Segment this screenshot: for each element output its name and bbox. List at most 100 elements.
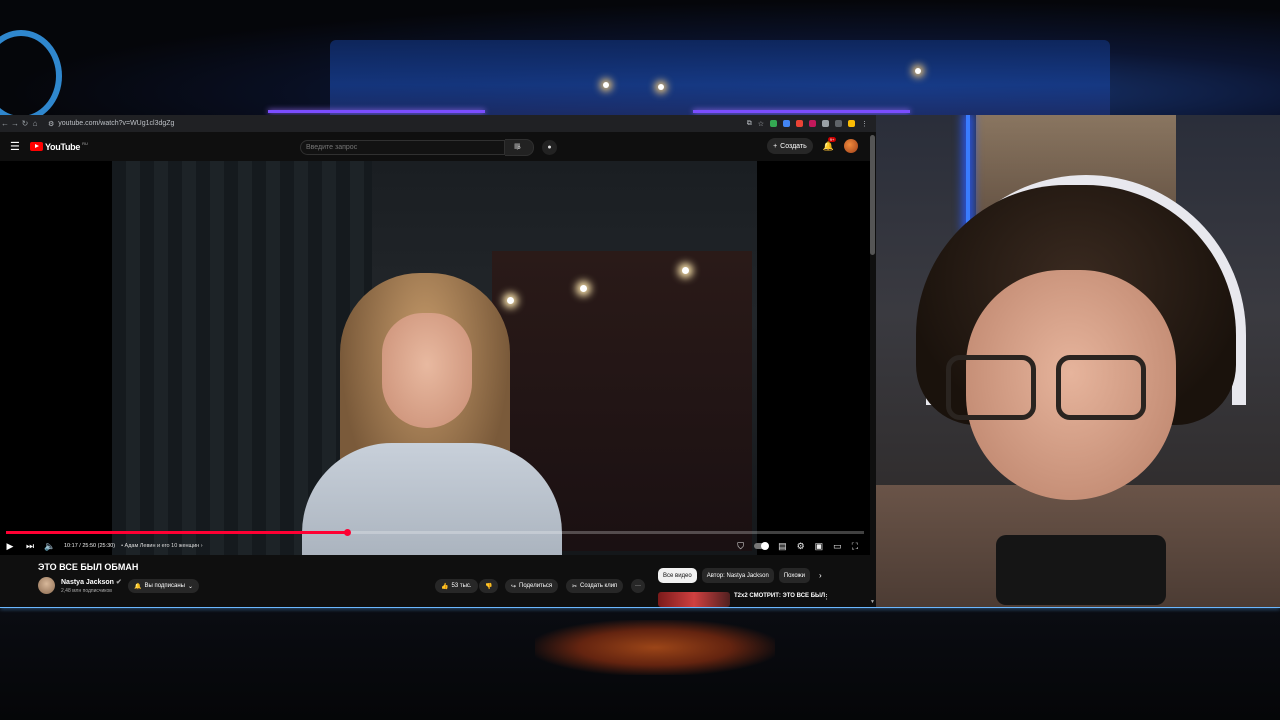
warm-light-glow <box>535 620 775 675</box>
dislike-button[interactable]: 👎 <box>479 579 499 593</box>
home-icon[interactable]: ⌂ <box>30 119 40 128</box>
neon-swirl-decoration <box>0 30 62 122</box>
stream-background-top <box>0 0 1280 122</box>
streamer-webcam <box>876 115 1280 607</box>
chip-all-videos[interactable]: Все видео <box>658 568 697 583</box>
like-button[interactable]: 👍 53 тыс. <box>435 579 478 593</box>
related-video-thumbnail[interactable] <box>658 592 730 607</box>
reload-icon[interactable]: ↻ <box>20 119 30 128</box>
account-avatar[interactable] <box>844 139 858 153</box>
subscriber-count: 2,48 млн подписчиков <box>61 588 112 594</box>
webcam-neon-light <box>966 115 970 230</box>
scroll-down-arrow-icon[interactable]: ▼ <box>870 599 875 605</box>
notifications-button[interactable]: 🔔 9+ <box>822 136 837 152</box>
bookmark-star-icon[interactable]: ☆ <box>758 120 764 128</box>
chevron-right-icon[interactable]: › <box>819 571 822 580</box>
chip-author[interactable]: Автор: Nastya Jackson <box>701 568 774 583</box>
chip-similar[interactable]: Похожи <box>778 568 810 583</box>
glasses-left-lens <box>946 355 1036 420</box>
autoplay-toggle[interactable] <box>754 541 770 550</box>
voice-search-button[interactable]: ● <box>542 140 557 155</box>
back-icon[interactable]: ← <box>0 119 10 128</box>
play-icon[interactable]: ▶ <box>0 541 20 552</box>
create-clip-button[interactable]: ✂ Создать клип <box>566 579 624 593</box>
stream-background-bottom <box>0 610 1280 720</box>
open-in-app-icon[interactable]: ⧉ <box>747 120 752 128</box>
miniplayer-icon[interactable]: ▣ <box>815 541 824 552</box>
bell-icon: 🔔 <box>134 583 142 590</box>
clip-label: Создать клип <box>580 583 618 589</box>
forward-icon[interactable]: → <box>10 119 20 128</box>
fullscreen-icon[interactable]: ⛶ <box>852 541 858 552</box>
video-lamp <box>682 267 689 274</box>
youtube-logo[interactable]: YouTube RU <box>30 141 88 152</box>
extension-icon[interactable] <box>783 120 790 127</box>
video-player[interactable]: ▶ ⏭ 🔈 10:17 / 25:50 (25:30) • Адам Левин… <box>0 161 870 555</box>
video-title: ЭТО ВСЕ БЫЛ ОБМАН <box>38 562 139 572</box>
accent-line <box>268 110 485 113</box>
browser-menu-icon[interactable]: ⋮ <box>861 120 868 128</box>
page-scrollbar[interactable] <box>870 135 875 255</box>
extension-icon[interactable] <box>770 120 777 127</box>
player-controls-right: ⛉ ▤ ⚙ ▣ ▭ ⛶ <box>737 541 870 552</box>
subscribed-label: Вы подписаны <box>144 583 185 589</box>
extensions-area: ⧉ ☆ ⋮ <box>747 120 876 128</box>
extension-icon[interactable] <box>822 120 829 127</box>
browser-window: ← → ↻ ⌂ ⚙ youtube.com/watch?v=WUg1cl3dgZ… <box>0 115 876 607</box>
bell-icon: 🔔 <box>822 140 834 151</box>
chapter-title[interactable]: • Адам Левин и его 10 женщин › <box>121 543 202 549</box>
verified-icon: ✔ <box>115 579 122 586</box>
extension-icon[interactable] <box>809 120 816 127</box>
more-vert-icon[interactable]: ⋮ <box>823 593 830 601</box>
share-icon: ↪ <box>511 583 517 590</box>
url-text: youtube.com/watch?v=WUg1cl3dgZg <box>58 120 175 127</box>
browser-toolbar: ← → ↻ ⌂ ⚙ youtube.com/watch?v=WUg1cl3dgZ… <box>0 115 876 132</box>
star-light <box>915 68 921 74</box>
glasses-right-lens <box>1056 355 1146 420</box>
create-button[interactable]: + Создать <box>767 138 813 154</box>
plus-icon: + <box>773 142 778 150</box>
channel-name-text: Nastya Jackson <box>61 579 114 586</box>
thumbs-up-icon: 👍 <box>441 583 449 590</box>
hamburger-menu-icon[interactable]: ☰ <box>10 140 26 153</box>
progress-bar[interactable] <box>6 529 864 536</box>
next-icon[interactable]: ⏭ <box>20 541 40 552</box>
star-light <box>658 84 664 90</box>
extension-icon[interactable] <box>848 120 855 127</box>
share-label: Поделиться <box>519 583 553 589</box>
header-actions: + Создать 🔔 9+ <box>767 136 858 154</box>
address-bar[interactable]: ⚙ youtube.com/watch?v=WUg1cl3dgZg <box>48 120 174 128</box>
youtube-header: ☰ YouTube RU ▦ ⌕ ● + Создать 🔔 9+ <box>0 132 876 161</box>
extension-icon[interactable] <box>835 120 842 127</box>
theater-mode-icon[interactable]: ▭ <box>833 541 842 552</box>
settings-gear-icon[interactable]: ⚙ <box>797 541 805 552</box>
time-display: 10:17 / 25:50 (25:30) <box>64 543 116 549</box>
channel-avatar[interactable] <box>38 577 55 594</box>
video-lamp <box>580 285 587 292</box>
more-actions-button[interactable]: ··· <box>631 579 645 593</box>
player-controls: ▶ ⏭ 🔈 10:17 / 25:50 (25:30) • Адам Левин… <box>0 537 870 555</box>
site-info-icon[interactable]: ⚙ <box>48 120 54 128</box>
volume-icon[interactable]: 🔈 <box>40 541 60 552</box>
video-presenter <box>302 273 562 555</box>
accent-line <box>693 110 910 113</box>
related-video-title[interactable]: Т2х2 СМОТРИТ: ЭТО ВСЕ БЫЛ <box>734 593 825 599</box>
keyboard-icon[interactable]: ▦ <box>514 142 521 150</box>
search-input[interactable] <box>300 140 505 155</box>
stage-backdrop <box>330 40 1110 115</box>
share-button[interactable]: ↪ Поделиться <box>505 579 559 593</box>
microphone-icon: ● <box>547 144 552 151</box>
video-frame <box>112 161 757 555</box>
extension-icon[interactable] <box>796 120 803 127</box>
presenter-face <box>382 313 472 428</box>
subscribed-button[interactable]: 🔔 Вы подписаны ⌄ <box>128 579 200 593</box>
channel-name[interactable]: Nastya Jackson ✔ <box>61 578 122 586</box>
chevron-down-icon: ⌄ <box>187 583 194 590</box>
sponsorblock-icon[interactable]: ⛉ <box>737 541 744 552</box>
more-label: ··· <box>635 583 641 589</box>
subtitles-icon[interactable]: ▤ <box>778 541 787 552</box>
microphone <box>996 535 1166 605</box>
youtube-play-icon <box>30 142 43 151</box>
notification-badge: 9+ <box>827 136 837 142</box>
like-count: 53 тыс. <box>451 583 472 589</box>
